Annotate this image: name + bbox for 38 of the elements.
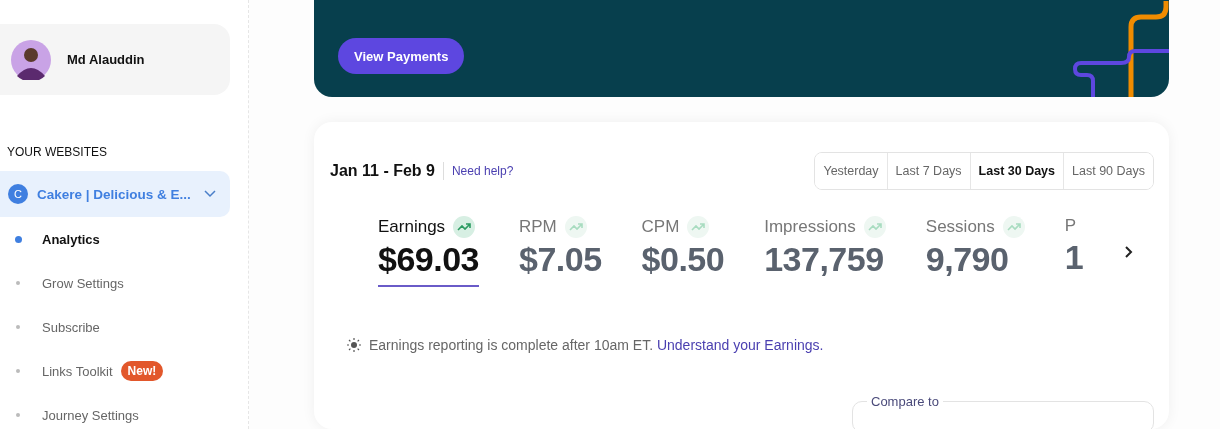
- website-selector[interactable]: C Cakere | Delicious & E...: [0, 171, 230, 217]
- metric-label: Impressions: [764, 217, 856, 237]
- info-text: Earnings reporting is complete after 10am ET. Understand your Earnings.: [369, 337, 824, 353]
- metric-tab[interactable]: Sessions 9,790: [925, 216, 1025, 287]
- nav-link[interactable]: Grow Settings: [42, 275, 124, 291]
- nav-link[interactable]: Journey Settings: [42, 407, 139, 423]
- earnings-link[interactable]: Understand your Earnings.: [656, 337, 824, 353]
- sun-icon: [347, 338, 361, 352]
- metric-value: 137,759: [764, 240, 885, 279]
- user-name: Md Alauddin: [67, 52, 145, 67]
- metric-tab[interactable]: CPM $0.50: [641, 216, 725, 287]
- avatar-icon: [11, 39, 51, 80]
- metric-value: $69.03: [378, 240, 479, 279]
- nav-link[interactable]: Analytics: [42, 231, 100, 247]
- metric-value: 1: [1064, 238, 1084, 277]
- help-link[interactable]: Need help?: [451, 164, 815, 178]
- metric-value: $7.05: [519, 240, 602, 279]
- new-badge: New!: [120, 361, 164, 381]
- view-payments-button[interactable]: View Payments: [338, 38, 465, 74]
- nav-link[interactable]: Links Toolkit: [42, 363, 113, 379]
- metric-tab[interactable]: RPM $7.05: [519, 216, 602, 287]
- metric-label: RPM: [519, 217, 557, 237]
- range-tab[interactable]: Last 90 Days: [1063, 153, 1153, 189]
- site-initial: C: [8, 184, 28, 204]
- metric-label: Earnings: [378, 217, 446, 237]
- metric-value: $0.50: [641, 240, 725, 279]
- metric-value: 9,790: [925, 240, 1010, 279]
- nav-link[interactable]: Subscribe: [42, 319, 100, 335]
- metric-label: CPM: [641, 217, 680, 237]
- site-name: Cakere | Delicious & E...: [37, 186, 192, 202]
- metric-tab[interactable]: Impressions 137,759: [764, 216, 886, 287]
- metric-label: Sessions: [925, 217, 995, 237]
- chevron-right-icon: [1124, 244, 1134, 259]
- date-range: Jan 11 - Feb 9: [330, 162, 444, 180]
- metric-label: P: [1064, 216, 1077, 236]
- section-title: YOUR WEBSITES: [7, 145, 108, 161]
- metric-tab[interactable]: Earnings $69.03: [378, 216, 479, 287]
- metric-tab[interactable]: P 1: [1064, 216, 1084, 287]
